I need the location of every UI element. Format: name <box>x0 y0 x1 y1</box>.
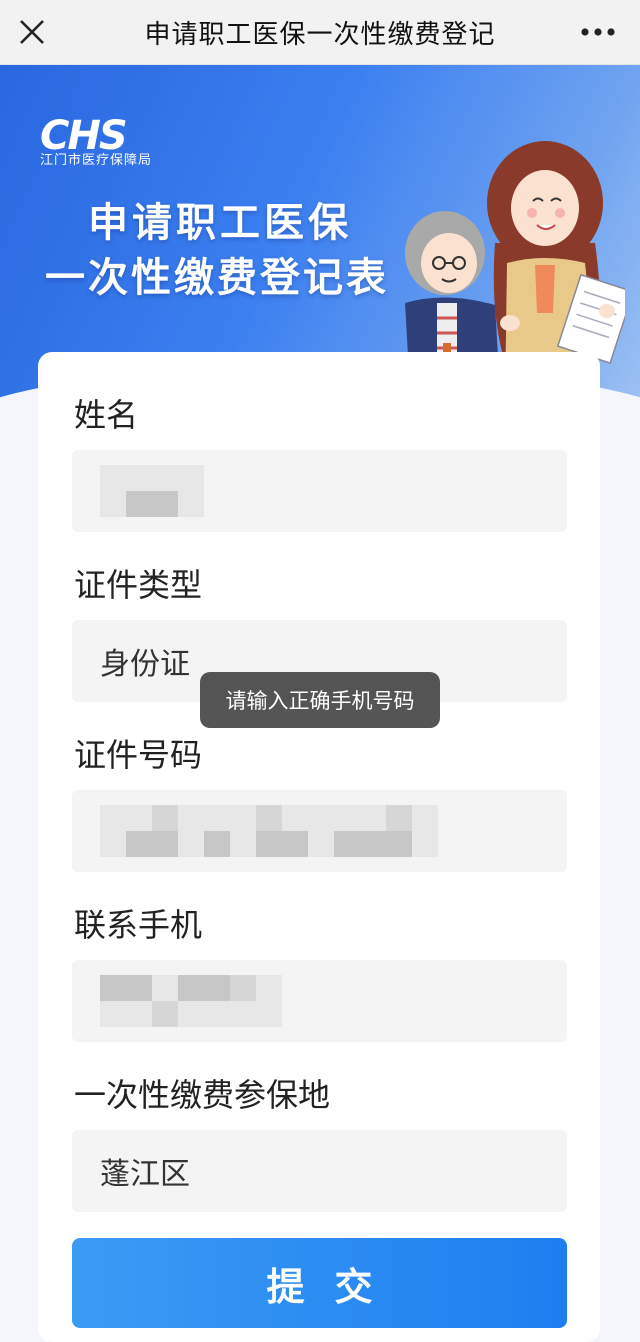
id-type-value: 身份证 <box>100 647 190 682</box>
submit-button[interactable]: 提交 <box>72 1238 567 1328</box>
phone-field[interactable] <box>72 960 567 1042</box>
location-value: 蓬江区 <box>100 1157 190 1192</box>
error-toast: 请输入正确手机号码 <box>200 672 440 728</box>
top-bar: 申请职工医保一次性缴费登记 <box>0 0 640 65</box>
location-label: 一次性缴费参保地 <box>74 1076 331 1114</box>
id-number-field[interactable] <box>72 790 567 872</box>
banner-title-line1: 申请职工医保 <box>88 199 352 246</box>
header-banner: CHS 江门市医疗保障局 申请职工医保 一次性缴费登记表 <box>0 65 640 400</box>
phone-redacted <box>100 975 282 1027</box>
location-select[interactable]: 蓬江区 <box>72 1130 567 1212</box>
phone-label: 联系手机 <box>74 906 203 944</box>
name-redacted <box>100 465 204 517</box>
close-icon <box>20 20 44 44</box>
name-label: 姓名 <box>74 396 139 434</box>
more-button[interactable] <box>572 10 624 54</box>
close-button[interactable] <box>10 10 54 54</box>
banner-title-line2: 一次性缴费登记表 <box>45 254 389 301</box>
name-field[interactable] <box>72 450 567 532</box>
page-title: 申请职工医保一次性缴费登记 <box>144 19 496 50</box>
id-number-redacted <box>100 805 438 857</box>
logo-subtext: 江门市医疗保障局 <box>40 153 153 168</box>
more-icon <box>581 28 615 36</box>
id-type-label: 证件类型 <box>74 566 203 604</box>
id-number-label: 证件号码 <box>74 736 203 774</box>
form-card: 姓名 证件类型 身份证 证件号码 联系手机 一次性缴费参保地 蓬江区 提交 <box>38 352 600 1342</box>
